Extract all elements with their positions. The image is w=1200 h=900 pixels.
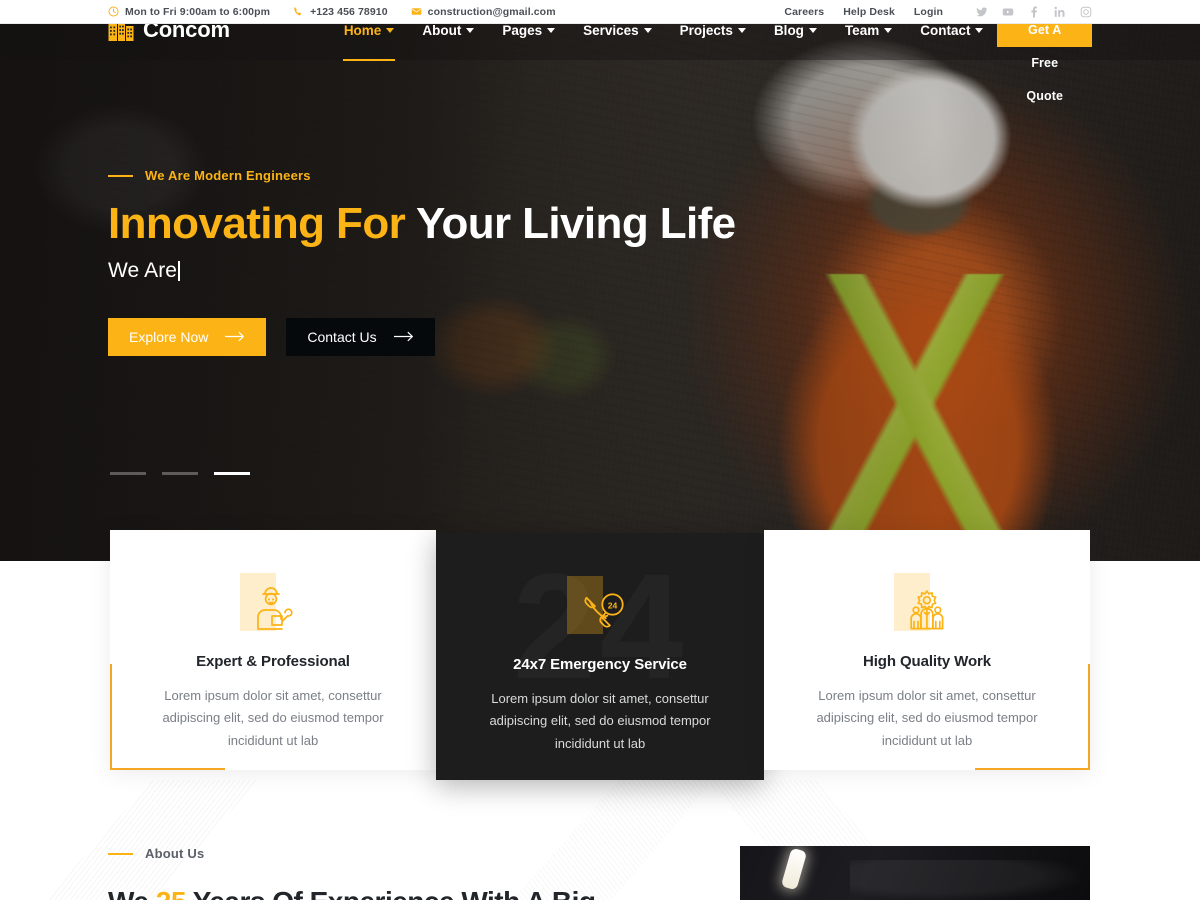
explore-now-label: Explore Now [129,328,209,345]
hero-title: Innovating For Your Living Life [108,199,748,249]
phone-24-icon: 24 [571,585,629,639]
hero-eyebrow: We Are Modern Engineers [108,168,748,183]
linkedin-icon[interactable] [1054,6,1066,18]
feature-card-quality[interactable]: High Quality Work Lorem ipsum dolor sit … [764,530,1090,770]
team-gear-icon [898,582,956,636]
chevron-down-icon [884,27,893,33]
feature-icon-wrap: 24 [468,576,732,639]
slider-dot-2[interactable] [162,472,198,475]
card-accent-vertical [110,664,112,770]
top-info-bar: Mon to Fri 9:00am to 6:00pm +123 456 789… [0,0,1200,24]
hero-typed-text: We Are [108,259,748,283]
chevron-down-icon [975,27,984,33]
feature-icon-wrap [142,573,404,636]
eyebrow-dash [108,174,133,177]
card-accent-horizontal [975,768,1090,770]
topbar-contact-group: Mon to Fri 9:00am to 6:00pm +123 456 789… [108,6,556,18]
hero-title-rest: Your Living Life [405,199,736,248]
hero-buttons: Explore Now Contact Us [108,317,748,356]
email-address[interactable]: construction@gmail.com [411,6,556,18]
hero-eyebrow-label: We Are Modern Engineers [145,168,311,183]
hero-typed-label: We Are [108,258,178,282]
hero-title-highlight: Innovating For [108,199,406,248]
twitter-icon[interactable] [976,6,988,18]
email-label: construction@gmail.com [427,5,556,18]
nav-item-contact-label: Contact [920,22,971,38]
topbar-links-group: Careers Help Desk Login [784,6,1092,18]
social-links [976,5,1092,18]
phone-number[interactable]: +123 456 78910 [293,6,388,18]
chevron-down-icon [547,27,556,33]
feature-card-text: Lorem ipsum dolor sit amet, consettur ad… [162,688,384,748]
nav-item-team-label: Team [844,22,880,38]
chevron-down-icon [386,27,395,33]
image-highlight [780,847,808,891]
feature-card-emergency[interactable]: 24 24 24x7 Emergency Service Lorem ipsum… [436,533,764,780]
nav-item-about-label: About [422,22,462,38]
card-accent-horizontal [110,768,225,770]
chevron-down-icon [737,27,746,33]
eyebrow-dash [108,852,133,855]
feature-card-expert[interactable]: Expert & Professional Lorem ipsum dolor … [110,530,436,770]
engineer-icon [244,582,302,636]
chevron-down-icon [808,27,817,33]
slider-dot-1[interactable] [110,472,146,475]
about-section-image [740,846,1090,900]
nav-item-projects-label: Projects [679,22,733,38]
feature-card-title: High Quality Work [862,653,992,670]
about-heading: We 25 Years Of Experience With A Big [108,885,748,900]
feature-cards: Expert & Professional Lorem ipsum dolor … [110,530,1090,780]
chevron-down-icon [466,27,475,33]
instagram-icon[interactable] [1080,6,1092,18]
envelope-icon [411,6,422,17]
business-hours-label: Mon to Fri 9:00am to 6:00pm [125,5,271,18]
link-careers[interactable]: Careers [784,6,824,18]
about-heading-number: 25 [156,886,187,900]
contact-us-label: Contact Us [307,328,377,345]
text-cursor [178,260,180,281]
about-section: About Us We 25 Years Of Experience With … [108,846,748,900]
arrow-right-icon [393,331,414,342]
nav-item-pages-label: Pages [502,22,543,38]
link-login[interactable]: Login [914,6,943,18]
about-heading-b: Years Of Experience With A Big [186,886,596,900]
about-eyebrow-label: About Us [145,846,205,861]
image-sheen [850,860,1080,900]
feature-icon-wrap [796,573,1058,636]
business-hours: Mon to Fri 9:00am to 6:00pm [108,6,270,18]
clock-icon [108,6,119,17]
nav-item-blog-label: Blog [773,22,804,38]
slider-dot-3[interactable] [214,472,250,475]
about-eyebrow: About Us [108,846,748,861]
youtube-icon[interactable] [1002,6,1014,18]
link-help-desk[interactable]: Help Desk [843,6,895,18]
explore-now-button[interactable]: Explore Now [108,317,267,356]
nav-item-home-label: Home [343,22,382,38]
hero-content: We Are Modern Engineers Innovating For Y… [108,168,748,356]
card-accent-vertical [1088,664,1090,770]
facebook-icon[interactable] [1028,5,1040,18]
svg-text:24: 24 [608,600,618,610]
phone-label: +123 456 78910 [310,5,388,18]
feature-card-title: Expert & Professional [196,653,350,670]
phone-icon [293,6,304,17]
feature-card-text: Lorem ipsum dolor sit amet, consettur ad… [816,688,1038,748]
about-heading-a: We [108,886,156,900]
arrow-right-icon [225,331,245,342]
contact-us-button[interactable]: Contact Us [286,317,435,356]
chevron-down-icon [643,27,652,33]
nav-item-services-label: Services [583,22,639,38]
hero-slider-indicators [110,472,250,475]
page-root: Mon to Fri 9:00am to 6:00pm +123 456 789… [0,0,1200,900]
